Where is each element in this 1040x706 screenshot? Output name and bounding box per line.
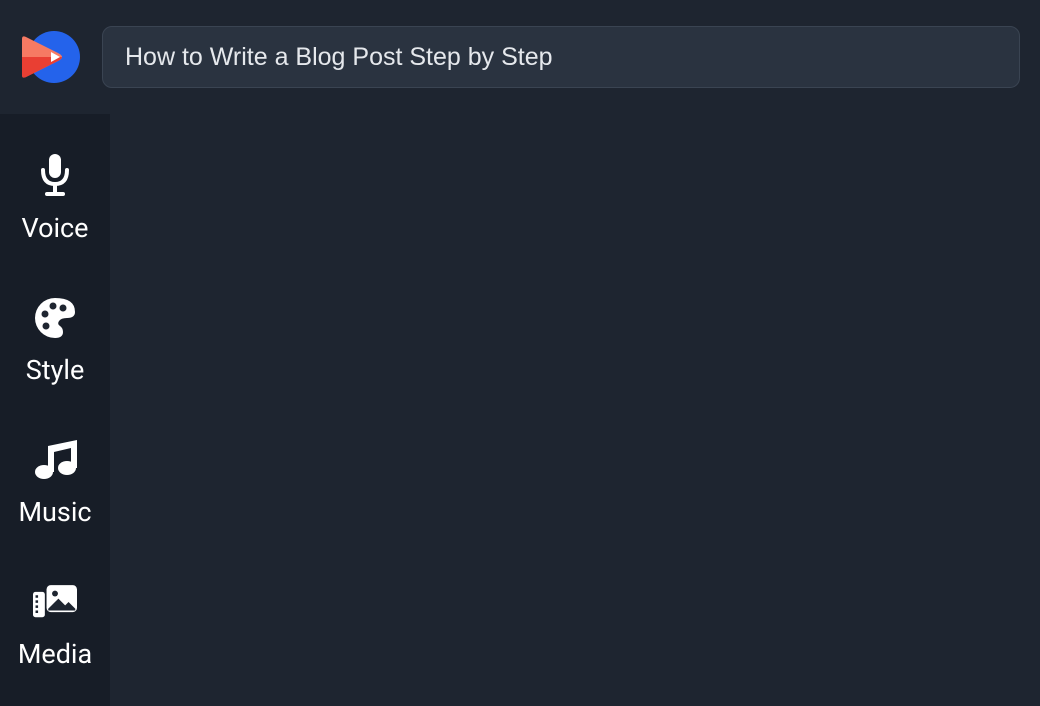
app-logo[interactable] <box>18 31 80 83</box>
main-content <box>110 114 1040 706</box>
title-input[interactable] <box>102 26 1020 88</box>
sidebar-item-label: Media <box>18 638 92 670</box>
sidebar-item-voice[interactable]: Voice <box>0 132 110 274</box>
sidebar-item-music[interactable]: Music <box>0 416 110 558</box>
palette-icon <box>33 296 77 340</box>
sidebar-item-label: Voice <box>22 212 89 244</box>
microphone-icon <box>33 154 77 198</box>
sidebar: Voice Style <box>0 114 110 706</box>
sidebar-item-label: Music <box>18 496 91 528</box>
sidebar-item-label: Style <box>26 354 85 386</box>
music-icon <box>33 438 77 482</box>
sidebar-item-style[interactable]: Style <box>0 274 110 416</box>
header <box>0 0 1040 114</box>
sidebar-item-media[interactable]: Media <box>0 558 110 700</box>
media-icon <box>33 580 77 624</box>
body: Voice Style <box>0 114 1040 706</box>
